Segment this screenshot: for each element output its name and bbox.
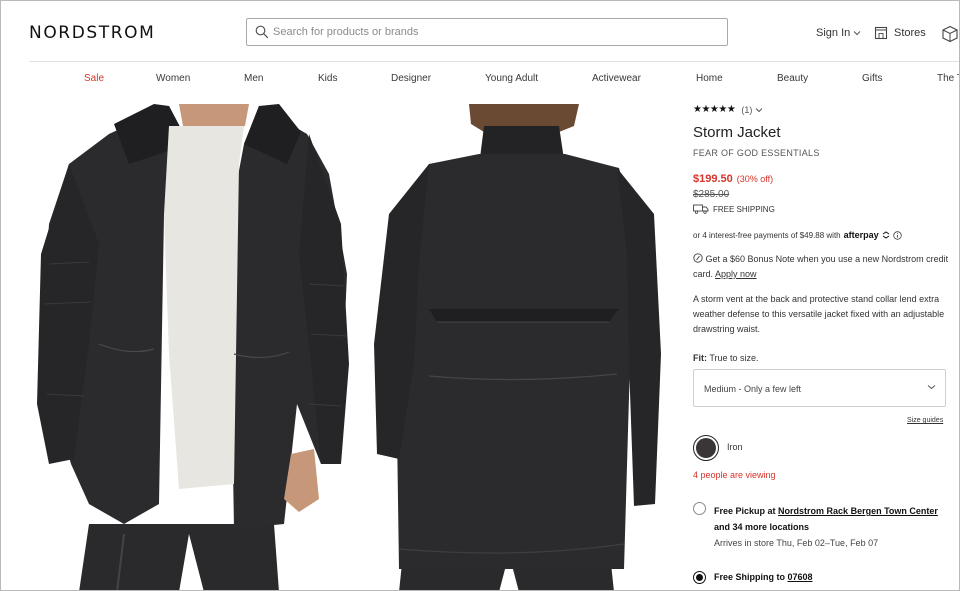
star-rating-icon: ★★★★★ xyxy=(693,104,736,115)
afterpay-logo: afterpay xyxy=(843,230,879,240)
chevron-down-icon xyxy=(755,107,763,112)
product-brand[interactable]: FEAR OF GOD ESSENTIALS xyxy=(693,148,820,158)
truck-icon xyxy=(693,204,709,214)
search-icon xyxy=(255,25,269,39)
nav-item-young-adult[interactable]: Young Adult xyxy=(485,73,538,84)
credit-card-offer-icon xyxy=(693,253,703,263)
product-image-front[interactable] xyxy=(29,104,351,590)
sign-in-label: Sign In xyxy=(816,27,851,39)
jacket-back-illustration xyxy=(374,104,661,590)
stores-label: Stores xyxy=(894,27,926,39)
zip-code-link[interactable]: 07608 xyxy=(788,572,813,582)
size-guides-link[interactable]: Size guides xyxy=(907,417,943,424)
jacket-front-illustration xyxy=(37,104,349,590)
color-swatch-iron[interactable] xyxy=(693,435,719,461)
shopping-bag-icon[interactable] xyxy=(941,25,959,43)
search-bar[interactable] xyxy=(246,18,728,46)
original-price: $285.00 xyxy=(693,189,730,200)
stores-link[interactable]: Stores xyxy=(874,26,926,40)
nav-item-men[interactable]: Men xyxy=(244,73,263,84)
pickup-more-locations: and 34 more locations xyxy=(714,522,810,532)
nav-item-kids[interactable]: Kids xyxy=(318,73,337,84)
pickup-option: Free Pickup at Nordstrom Rack Bergen Tow… xyxy=(714,503,954,535)
nav-item-gifts[interactable]: Gifts xyxy=(862,73,883,84)
fit-value: True to size. xyxy=(709,353,759,363)
product-title: Storm Jacket xyxy=(693,124,781,141)
fit-label: Fit: xyxy=(693,353,707,363)
discount-percent: (30% off) xyxy=(736,174,774,184)
shipping-radio[interactable] xyxy=(693,571,706,584)
info-icon[interactable] xyxy=(892,230,902,240)
pickup-radio[interactable] xyxy=(693,502,706,515)
nav-item-women[interactable]: Women xyxy=(156,73,190,84)
chevron-down-icon xyxy=(853,31,861,36)
shipping-option: Free Shipping to 07608 xyxy=(714,572,813,582)
color-name: Iron xyxy=(727,442,743,452)
viewers-count: 4 people are viewing xyxy=(693,470,776,480)
afterpay-arrows-icon xyxy=(882,231,889,239)
nav-item-activewear[interactable]: Activewear xyxy=(592,73,641,84)
free-shipping-badge: FREE SHIPPING xyxy=(693,204,775,214)
sale-price: $199.50 (30% off) xyxy=(693,173,773,185)
arrival-estimate: Arrives in store Thu, Feb 02–Tue, Feb 07 xyxy=(714,538,879,548)
installment-info: or 4 interest-free payments of $49.88 wi… xyxy=(693,230,902,240)
price-value: $199.50 xyxy=(693,173,733,185)
ship-prefix: Free Shipping to xyxy=(714,572,785,582)
apply-now-link[interactable]: Apply now xyxy=(715,269,757,279)
product-description: A storm vent at the back and protective … xyxy=(693,294,945,334)
size-dropdown[interactable]: Medium - Only a few left xyxy=(693,369,946,407)
chevron-down-icon xyxy=(927,385,936,390)
nordstrom-logo[interactable]: NORDSTROM xyxy=(29,23,155,43)
nav-item-beauty[interactable]: Beauty xyxy=(777,73,808,84)
search-input[interactable] xyxy=(273,22,713,42)
installment-text: or 4 interest-free payments of $49.88 wi… xyxy=(693,230,841,240)
sign-in-button[interactable]: Sign In xyxy=(816,27,861,39)
rating[interactable]: ★★★★★ (1) xyxy=(693,104,763,115)
bonus-note-offer: Get a $60 Bonus Note when you use a new … xyxy=(693,252,949,282)
nav-item-sale[interactable]: Sale xyxy=(84,73,104,84)
nav-item-designer[interactable]: Designer xyxy=(391,73,431,84)
review-count: (1) xyxy=(741,104,753,115)
main-nav: Sale Women Men Kids Designer Young Adult… xyxy=(1,73,959,87)
nav-item-the-t[interactable]: The T xyxy=(937,73,959,84)
pickup-store-link[interactable]: Nordstrom Rack Bergen Town Center xyxy=(778,506,938,516)
shipping-label: FREE SHIPPING xyxy=(713,204,775,214)
nav-item-home[interactable]: Home xyxy=(696,73,723,84)
product-image-back[interactable] xyxy=(359,104,679,590)
store-icon xyxy=(874,26,888,40)
page: NORDSTROM Sign In Stores Sale Women Men … xyxy=(0,0,960,591)
header-divider xyxy=(29,61,959,62)
size-selected-value: Medium - Only a few left xyxy=(704,384,802,394)
swatch-color xyxy=(696,438,716,458)
fit-info: Fit: True to size. xyxy=(693,353,759,363)
pickup-prefix: Free Pickup at xyxy=(714,506,776,516)
